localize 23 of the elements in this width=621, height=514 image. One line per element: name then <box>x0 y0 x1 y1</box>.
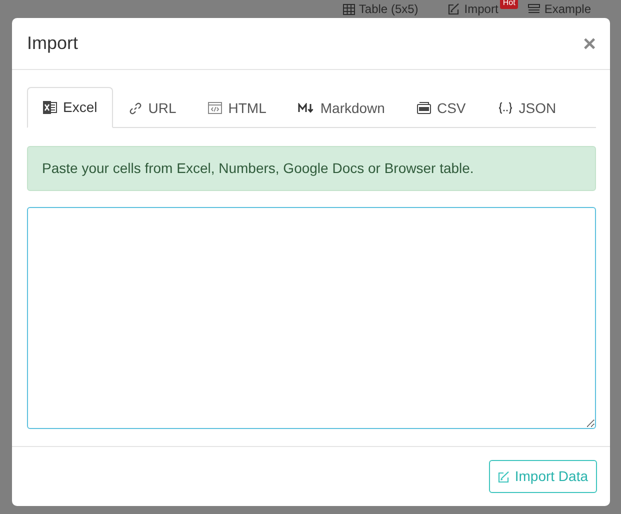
edit-icon <box>448 3 460 15</box>
info-alert: Paste your cells from Excel, Numbers, Google Docs or Browser table. <box>27 146 596 191</box>
excel-icon <box>43 101 57 114</box>
format-tab[interactable]: URL <box>113 87 192 128</box>
markdown-icon <box>298 103 314 113</box>
code-icon <box>208 102 222 114</box>
braces-icon <box>498 102 513 114</box>
format-tab[interactable]: HTML <box>192 87 282 128</box>
toolbar-link[interactable]: Table (5x5) <box>358 0 418 18</box>
format-tab[interactable]: Markdown <box>282 87 401 128</box>
list-icon <box>528 4 540 14</box>
dialog-title: Import <box>27 32 78 54</box>
paste-textarea[interactable] <box>27 207 596 429</box>
toolbar-link[interactable]: Example <box>544 0 591 18</box>
format-tab[interactable]: Excel <box>27 87 114 128</box>
link-icon <box>129 102 142 114</box>
close-button[interactable]: × <box>583 32 596 54</box>
format-tab[interactable]: CSV <box>400 87 482 128</box>
table-icon <box>342 4 355 14</box>
csv-icon <box>416 102 431 114</box>
format-tab[interactable]: JSON <box>482 87 572 128</box>
toolbar-link[interactable]: Import <box>464 0 498 18</box>
edit-icon <box>498 470 510 482</box>
